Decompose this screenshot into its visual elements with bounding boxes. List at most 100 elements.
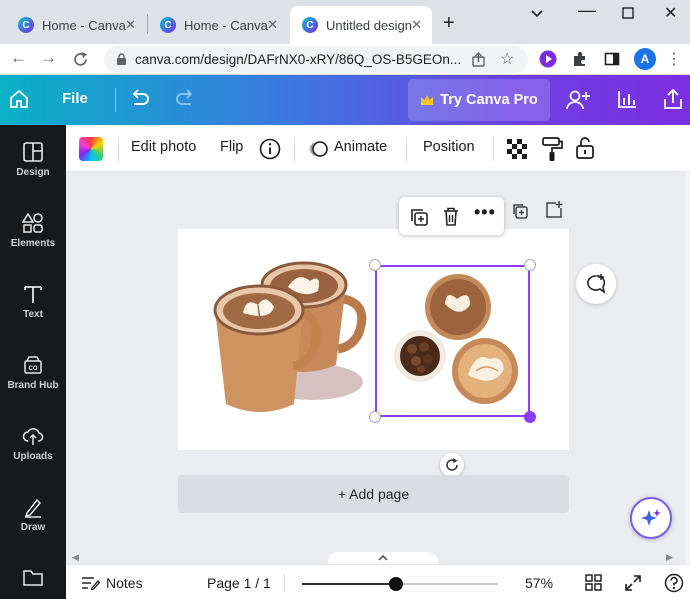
- edit-photo-button[interactable]: Edit photo: [131, 139, 196, 155]
- back-arrow-icon[interactable]: ←: [10, 48, 27, 68]
- extension-play-icon[interactable]: [538, 49, 558, 69]
- browser-tab[interactable]: C Home - Canva ✕: [6, 6, 146, 44]
- toolbar-divider: [406, 137, 407, 161]
- url-text: canva.com/design/DAFrNX0-xRY/86Q_OS-B5GE…: [135, 52, 462, 67]
- side-panel-icon[interactable]: [602, 49, 622, 69]
- position-button[interactable]: Position: [423, 139, 475, 155]
- share-page-icon[interactable]: [471, 52, 487, 68]
- try-canva-pro-button[interactable]: Try Canva Pro: [408, 79, 550, 121]
- close-tab-icon[interactable]: ✕: [411, 17, 422, 33]
- bookmark-star-icon[interactable]: ☆: [500, 49, 514, 69]
- sidebar-item-projects[interactable]: [0, 567, 66, 599]
- collapse-pages-handle[interactable]: [328, 552, 438, 564]
- flip-button[interactable]: Flip: [220, 139, 243, 155]
- close-tab-icon[interactable]: ✕: [125, 17, 136, 33]
- redo-icon[interactable]: [174, 89, 196, 109]
- minimize-window-icon[interactable]: —: [578, 0, 596, 21]
- try-canva-pro-label: Try Canva Pro: [440, 92, 538, 108]
- editor-bottom-bar: Notes Page 1 / 1 57%: [66, 564, 690, 599]
- scroll-up-arrow-icon[interactable]: [685, 172, 690, 184]
- browser-tab-active[interactable]: C Untitled design ✕: [290, 6, 432, 44]
- add-page-export-icon[interactable]: [544, 200, 564, 220]
- zoom-slider-knob[interactable]: [389, 577, 404, 591]
- share-upload-icon[interactable]: [662, 87, 684, 111]
- toolbar-divider: [118, 137, 119, 161]
- resize-handle[interactable]: [524, 411, 536, 423]
- extensions-puzzle-icon[interactable]: [570, 49, 590, 69]
- resize-handle[interactable]: [369, 411, 381, 423]
- two-coffee-mugs-image[interactable]: [208, 257, 368, 417]
- bottom-divider: [284, 574, 285, 592]
- zoom-percent[interactable]: 57%: [525, 575, 553, 591]
- canva-favicon-icon: C: [302, 17, 318, 33]
- notes-button[interactable]: Notes: [106, 575, 143, 591]
- zoom-slider-track[interactable]: [302, 577, 498, 591]
- duplicate-page-icon[interactable]: [511, 202, 529, 220]
- page-indicator-button[interactable]: Page 1 / 1: [207, 575, 271, 591]
- color-picker-swatch[interactable]: [79, 137, 103, 161]
- share-people-plus-icon[interactable]: [565, 88, 591, 112]
- design-page[interactable]: [178, 229, 569, 450]
- sidebar-item-text[interactable]: Text: [0, 283, 66, 347]
- info-icon[interactable]: [259, 138, 281, 160]
- maximize-window-icon[interactable]: [622, 7, 634, 19]
- tab-title: Home - Canva: [184, 17, 268, 33]
- trash-icon[interactable]: [442, 206, 460, 227]
- reload-icon[interactable]: [72, 51, 89, 68]
- tab-title: Home - Canva: [42, 17, 126, 33]
- vertical-scrollbar[interactable]: [685, 172, 690, 564]
- undo-icon[interactable]: [129, 89, 151, 109]
- file-menu-button[interactable]: File: [62, 90, 88, 107]
- scroll-right-arrow-icon[interactable]: ▶: [666, 552, 673, 563]
- brand-hub-icon: CO: [24, 356, 42, 374]
- resize-handle[interactable]: [369, 259, 381, 271]
- forward-arrow-icon[interactable]: →: [40, 48, 57, 68]
- animate-icon: [309, 141, 328, 157]
- address-bar[interactable]: canva.com/design/DAFrNX0-xRY/86Q_OS-B5GE…: [104, 46, 528, 73]
- duplicate-element-icon[interactable]: [409, 207, 429, 227]
- browser-menu-icon[interactable]: ⋮: [664, 49, 684, 69]
- more-options-icon[interactable]: •••: [474, 202, 496, 223]
- close-window-icon[interactable]: ✕: [664, 3, 677, 23]
- resize-handle[interactable]: [524, 259, 536, 271]
- sidebar-item-draw[interactable]: Draw: [0, 496, 66, 560]
- home-icon[interactable]: [8, 88, 30, 110]
- tab-title: Untitled design: [326, 17, 412, 33]
- animate-button[interactable]: Animate: [334, 139, 387, 155]
- unlocked-padlock-icon[interactable]: [575, 136, 595, 160]
- canva-header: File Try Canva Pro: [0, 75, 690, 125]
- sparkle-icon: [641, 509, 661, 526]
- magic-assistant-button[interactable]: [630, 497, 672, 539]
- browser-tab[interactable]: C Home - Canva ✕: [148, 6, 288, 44]
- add-comment-button[interactable]: [576, 264, 616, 304]
- add-page-button[interactable]: + Add page: [178, 475, 569, 513]
- grid-view-icon[interactable]: [585, 574, 602, 591]
- paint-roller-icon[interactable]: [541, 136, 563, 162]
- sidebar-item-uploads[interactable]: Uploads: [0, 425, 66, 489]
- sidebar-item-label: Text: [23, 309, 43, 320]
- canva-favicon-icon: C: [18, 17, 34, 33]
- rotate-icon: [446, 458, 458, 471]
- sidebar-item-label: Draw: [20, 522, 46, 533]
- selection-frame: [375, 265, 530, 417]
- pen-icon: [24, 498, 42, 518]
- canva-favicon-icon: C: [160, 17, 176, 33]
- comment-plus-icon: [587, 274, 606, 294]
- layout-icon: [23, 142, 43, 162]
- fullscreen-expand-icon[interactable]: [624, 574, 642, 592]
- new-tab-plus-icon[interactable]: +: [443, 12, 455, 35]
- sidebar-item-elements[interactable]: Elements: [0, 212, 66, 276]
- help-question-icon[interactable]: [664, 573, 684, 593]
- transparency-checker-icon[interactable]: [507, 139, 527, 159]
- scroll-left-arrow-icon[interactable]: ◀: [72, 552, 79, 563]
- sidebar-item-label: Design: [16, 167, 50, 178]
- sidebar-item-label: Uploads: [13, 451, 53, 462]
- svg-text:CO: CO: [29, 366, 38, 372]
- profile-avatar[interactable]: A: [634, 48, 656, 70]
- sidebar-item-brand-hub[interactable]: CO Brand Hub: [0, 354, 66, 418]
- tab-search-chevron-icon[interactable]: [530, 8, 544, 20]
- close-tab-icon[interactable]: ✕: [267, 17, 278, 33]
- sidebar-item-design[interactable]: Design: [0, 141, 66, 205]
- insights-bar-chart-icon[interactable]: [616, 88, 638, 110]
- rotate-handle[interactable]: [440, 453, 464, 477]
